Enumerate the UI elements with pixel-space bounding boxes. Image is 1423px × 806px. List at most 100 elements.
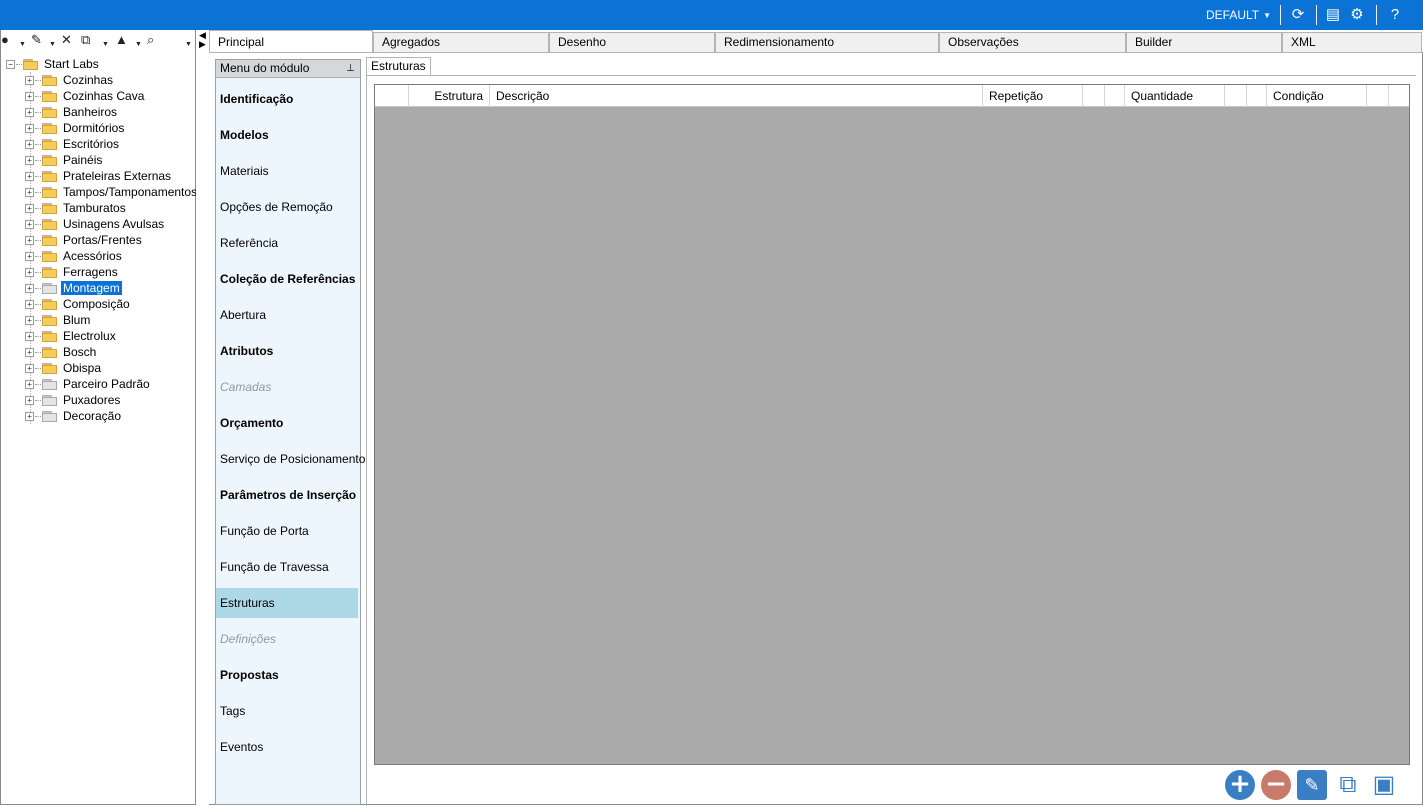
expand-icon[interactable]: + [25,347,34,357]
tree-item[interactable]: + Escritórios [25,136,121,152]
profile-dropdown[interactable]: DEFAULT ▼ [1206,8,1271,22]
expand-icon[interactable]: + [25,379,34,389]
estruturas-grid[interactable]: Estrutura Descrição Repetição Quantidade… [374,84,1410,765]
subtab-estruturas[interactable]: Estruturas [366,57,431,75]
expand-icon[interactable]: + [25,219,34,229]
update-icon[interactable]: ⟳ [1289,6,1307,24]
expand-icon[interactable]: + [25,203,34,213]
expand-icon[interactable]: + [25,107,34,117]
remove-button[interactable]: − [1261,770,1291,800]
globe-icon[interactable]: ● [1,33,9,47]
expand-icon[interactable]: + [25,315,34,325]
expand-icon[interactable]: + [25,187,34,197]
tree-item[interactable]: + Composição [25,296,132,312]
layout-icon[interactable]: ▤ [1324,6,1342,24]
tree-item[interactable]: + Obispa [25,360,103,376]
expand-right-icon[interactable]: ▶ [199,39,206,50]
col-descricao[interactable]: Descrição [490,85,983,107]
menu-item[interactable]: Referência [216,228,358,258]
chevron-down-icon[interactable]: ▼ [102,38,109,52]
tree-item[interactable]: + Montagem [25,280,122,296]
expand-icon[interactable]: + [25,395,34,405]
col-quantidade[interactable]: Quantidade [1125,85,1225,107]
expand-icon[interactable]: + [25,283,34,293]
menu-item[interactable]: Parâmetros de Inserção [216,480,358,510]
menu-item[interactable]: Orçamento [216,408,358,438]
menu-item[interactable]: Coleção de Referências [216,264,358,294]
panel-splitter[interactable]: ◀ ▶ [196,30,209,805]
tab-redimensionamento[interactable]: Redimensionamento [715,32,939,52]
tree-item[interactable]: + Dormitórios [25,120,126,136]
tab-observacoes[interactable]: Observações [939,32,1126,52]
menu-item[interactable]: Função de Travessa [216,552,358,582]
expand-icon[interactable]: + [25,331,34,341]
tree-item[interactable]: + Puxadores [25,392,122,408]
menu-item[interactable]: Identificação [216,84,358,114]
expand-icon[interactable]: + [25,155,34,165]
pin-icon[interactable]: ⊥ [346,60,355,77]
tab-desenho[interactable]: Desenho [549,32,715,52]
chevron-down-icon[interactable]: ▼ [49,38,56,52]
tree-item[interactable]: + Electrolux [25,328,118,344]
expand-icon[interactable]: + [25,139,34,149]
col-estrutura[interactable]: Estrutura [409,85,490,107]
tree-item[interactable]: + Cozinhas [25,72,115,88]
expand-icon[interactable]: + [25,171,34,181]
menu-item[interactable]: Estruturas [216,588,358,618]
chevron-down-icon[interactable]: ▼ [19,38,26,52]
new-item-icon[interactable]: ✎ [31,33,42,47]
tree-item[interactable]: + Painéis [25,152,104,168]
expand-icon[interactable]: + [25,235,34,245]
expand-icon[interactable]: + [25,75,34,85]
tree-root[interactable]: − Start Labs [6,56,101,72]
tab-xml[interactable]: XML [1282,32,1422,52]
expand-icon[interactable]: + [25,123,34,133]
chevron-down-icon[interactable]: ▼ [135,38,142,52]
tree-item[interactable]: + Tampos/Tamponamentos [25,184,199,200]
find-icon[interactable]: ⌕ [147,33,154,47]
tree-item[interactable]: + Ferragens [25,264,120,280]
add-button[interactable]: + [1225,770,1255,800]
tree-item[interactable]: + Bosch [25,344,98,360]
expand-icon[interactable]: + [25,411,34,421]
expand-icon[interactable]: + [25,363,34,373]
tree-item[interactable]: + Acessórios [25,248,124,264]
tree-item[interactable]: + Decoração [25,408,123,424]
tree-item[interactable]: + Parceiro Padrão [25,376,152,392]
menu-item[interactable]: Opções de Remoção [216,192,358,222]
tab-principal[interactable]: Principal [209,30,373,52]
tree-item[interactable]: + Banheiros [25,104,119,120]
copy-button[interactable]: ⧉ [1333,770,1363,800]
menu-item[interactable]: Serviço de Posicionamento [216,444,365,474]
expand-icon[interactable]: + [25,251,34,261]
help-icon[interactable]: ? [1386,6,1404,24]
delete-icon[interactable]: ✕ [61,33,72,47]
col-repeticao[interactable]: Repetição [983,85,1083,107]
menu-item[interactable]: Tags [216,696,358,726]
tree-item[interactable]: + Portas/Frentes [25,232,144,248]
toolbar-overflow-icon[interactable]: ▼ [185,38,192,52]
edit-button[interactable]: ✎ [1297,770,1327,800]
menu-item[interactable]: Materiais [216,156,358,186]
tree-item[interactable]: + Tamburatos [25,200,128,216]
expand-icon[interactable]: + [25,299,34,309]
tab-agregados[interactable]: Agregados [373,32,549,52]
expand-icon[interactable]: + [25,91,34,101]
collapse-icon[interactable]: − [6,59,15,69]
tree-item[interactable]: + Cozinhas Cava [25,88,146,104]
menu-item[interactable]: Função de Porta [216,516,358,546]
menu-item[interactable]: Eventos [216,732,358,762]
col-condicao[interactable]: Condição [1267,85,1367,107]
settings-icon[interactable]: ⚙ [1348,6,1366,24]
tree-item[interactable]: + Prateleiras Externas [25,168,173,184]
tree-item[interactable]: + Blum [25,312,92,328]
menu-item[interactable]: Abertura [216,300,358,330]
paste-button[interactable]: ▣ [1369,770,1399,800]
tree-item[interactable]: + Usinagens Avulsas [25,216,166,232]
copy-icon[interactable]: ⧉ [81,33,90,47]
tab-builder[interactable]: Builder [1126,32,1282,52]
expand-icon[interactable]: + [25,267,34,277]
menu-item[interactable]: Atributos [216,336,358,366]
move-up-icon[interactable]: ▲ [115,33,128,47]
menu-item[interactable]: Propostas [216,660,358,690]
